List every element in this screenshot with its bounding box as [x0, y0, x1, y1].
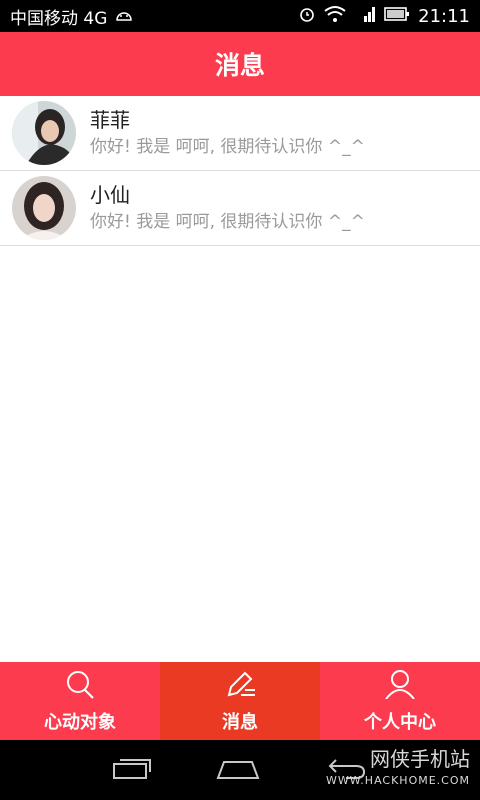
carrier-label: 中国移动 4G: [10, 8, 108, 29]
clock: 21:11: [418, 5, 470, 27]
contact-name: 小仙: [90, 183, 130, 207]
alarm-icon: [298, 5, 316, 28]
tab-heartbeat[interactable]: 心动对象: [0, 662, 160, 740]
watermark: 网侠手机站 WWW.HACKHOME.COM: [326, 748, 470, 792]
message-preview: 你好! 我是 呵呵, 很期待认识你 ^_^: [90, 212, 365, 232]
battery-icon: [384, 6, 410, 27]
status-bar: 中国移动 4G 21:11: [0, 0, 480, 32]
pen-icon: [223, 669, 257, 708]
tab-label: 心动对象: [44, 711, 116, 733]
page-title: 消息: [0, 32, 480, 96]
message-preview: 你好! 我是 呵呵, 很期待认识你 ^_^: [90, 137, 365, 157]
tab-label: 消息: [222, 711, 258, 733]
contact-name: 菲菲: [90, 108, 130, 132]
avatar[interactable]: [12, 101, 76, 165]
tab-messages[interactable]: 消息: [160, 662, 320, 740]
avatar[interactable]: [12, 176, 76, 240]
bottom-tab-bar: 心动对象 消息 个人中心: [0, 662, 480, 740]
search-icon: [63, 669, 97, 708]
android-icon: [115, 6, 133, 26]
message-item-feifei[interactable]: 菲菲 你好! 我是 呵呵, 很期待认识你 ^_^: [0, 96, 480, 171]
watermark-url: WWW.HACKHOME.COM: [325, 774, 470, 787]
watermark-title: 网侠手机站: [370, 747, 470, 771]
signal-4g-icon: [354, 4, 376, 29]
message-item-xiaoxian[interactable]: 小仙 你好! 我是 呵呵, 很期待认识你 ^_^: [0, 171, 480, 246]
recent-apps-icon[interactable]: [110, 756, 154, 784]
message-list: 菲菲 你好! 我是 呵呵, 很期待认识你 ^_^ 小仙 你好! 我是 呵呵, 很…: [0, 96, 480, 246]
wifi-icon: [324, 5, 346, 28]
tab-label: 个人中心: [364, 711, 436, 733]
person-icon: [383, 669, 417, 708]
tab-profile[interactable]: 个人中心: [320, 662, 480, 740]
home-icon[interactable]: [214, 756, 262, 784]
